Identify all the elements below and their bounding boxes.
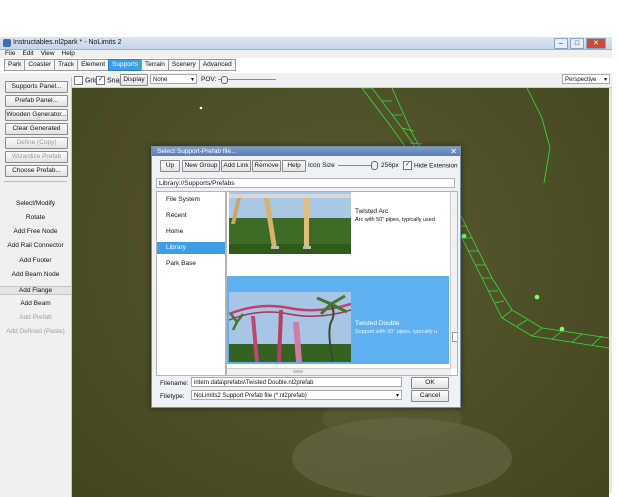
menu-edit[interactable]: Edit	[22, 50, 33, 57]
app-icon	[3, 39, 11, 47]
ok-button[interactable]: OK	[411, 377, 449, 389]
divider	[4, 181, 67, 182]
library-path: Library://Supports/Prefabs	[156, 178, 455, 188]
nav-library[interactable]: Library	[157, 242, 225, 254]
define-copy-button[interactable]: Define (Copy)	[5, 137, 68, 149]
tool-add-free-node[interactable]: Add Free Node	[0, 228, 71, 235]
tool-rotate[interactable]: Rotate	[0, 214, 71, 221]
tool-add-beam[interactable]: Add Beam	[0, 300, 71, 307]
hide-extension-checkbox[interactable]: ✓	[403, 161, 412, 170]
view-toolbar: Grid ✓ Snap Display None ▾ POV: Perspect…	[0, 73, 612, 88]
prefab-grid: Twisted Arc Arc with 50" pipes, typicall…	[226, 191, 458, 376]
remove-button[interactable]: Remove	[252, 160, 281, 172]
filename-label: Filename:	[160, 380, 189, 387]
prefab-panel-button[interactable]: Prefab Panel...	[5, 95, 68, 107]
menu-file[interactable]: File	[5, 50, 15, 57]
location-list: File System Recent Home Library Park Bas…	[156, 191, 226, 376]
icon-size-value: 256px	[381, 162, 399, 169]
new-group-button[interactable]: New Group	[182, 160, 220, 172]
tool-add-flange[interactable]: Add Flange	[0, 286, 71, 295]
icon-size-slider-handle[interactable]	[371, 161, 378, 170]
chevron-down-icon: ▾	[190, 77, 194, 83]
chevron-down-icon: ▾	[395, 393, 399, 399]
snap-checkbox[interactable]: ✓	[96, 76, 105, 85]
cancel-button[interactable]: Cancel	[411, 390, 449, 402]
twisted-double-description: Support with 50" pipes, typically u	[355, 329, 438, 335]
pov-label: POV:	[201, 76, 217, 83]
menu-bar: File Edit View Help	[0, 50, 612, 58]
filetype-select[interactable]: NoLimits2 Support Prefab file (*.nl2pref…	[191, 390, 402, 400]
twisted-arc-thumbnail	[229, 192, 351, 254]
close-icon[interactable]: ✕	[450, 147, 457, 156]
window-controls: – □ ✕	[554, 38, 606, 49]
choose-prefab-button[interactable]: Choose Prefab...	[5, 165, 68, 177]
hide-extension-label: Hide Extension	[413, 162, 458, 170]
chevron-down-icon: ▾	[603, 77, 607, 83]
prefab-item-twisted-double[interactable]: Twisted Double Support with 50" pipes, t…	[227, 276, 449, 364]
filename-input[interactable]: intern data\prefabs\Twisted Double.nl2pr…	[191, 377, 402, 387]
tool-add-defined-paste[interactable]: Add Defined (Paste)	[0, 328, 71, 335]
dialog-titlebar: Select Support-Prefab file... ✕	[152, 147, 460, 156]
select-prefab-dialog: Select Support-Prefab file... ✕ Up New G…	[151, 146, 461, 408]
nav-park-base[interactable]: Park Base	[157, 258, 225, 270]
window-title: Instructables.nl2park * - NoLimits 2	[13, 39, 122, 46]
supports-panel-button[interactable]: Supports Panel...	[5, 81, 68, 93]
nav-recent[interactable]: Recent	[157, 210, 225, 222]
close-window-icon[interactable]: ✕	[586, 38, 606, 49]
dialog-title: Select Support-Prefab file...	[157, 148, 237, 155]
tool-add-footer[interactable]: Add Footer	[0, 257, 71, 264]
pov-slider-handle[interactable]	[221, 76, 228, 84]
left-sidebar: Supports Panel... Prefab Panel... Wooden…	[0, 77, 72, 497]
up-button[interactable]: Up	[160, 160, 180, 172]
tool-add-rail-connector[interactable]: Add Rail Connector	[0, 242, 71, 249]
maximize-icon[interactable]: □	[570, 38, 584, 49]
perspective-select[interactable]: Perspective ▾	[562, 74, 610, 84]
mode-tabs: Park Coaster Track Element Supports Terr…	[4, 59, 236, 71]
display-button[interactable]: Display	[120, 74, 148, 86]
twisted-arc-title: Twisted Arc	[355, 208, 389, 215]
filetype-label: Filetype:	[160, 393, 185, 400]
tab-supports[interactable]: Supports	[108, 59, 143, 71]
tool-add-beam-node[interactable]: Add Beam Node	[0, 271, 71, 278]
tool-add-prefab[interactable]: Add Prefab	[0, 314, 71, 321]
tab-scenery[interactable]: Scenery	[167, 59, 200, 71]
tool-select-modify[interactable]: Select/Modify	[0, 200, 71, 207]
tab-element[interactable]: Element	[77, 59, 110, 71]
tab-track[interactable]: Track	[54, 59, 79, 71]
minimize-icon[interactable]: –	[554, 38, 568, 49]
icon-size-label: Icon Size	[308, 162, 335, 169]
display-mode-select[interactable]: None ▾	[150, 74, 197, 84]
add-link-button[interactable]: Add Link	[221, 160, 251, 172]
twisted-double-thumbnail	[229, 292, 351, 362]
grid-horizontal-scrollbar[interactable]	[227, 368, 451, 375]
nav-file-system[interactable]: File System	[157, 194, 225, 206]
tab-park[interactable]: Park	[4, 59, 26, 71]
tab-terrain[interactable]: Terrain	[141, 59, 169, 71]
menu-help[interactable]: Help	[62, 50, 75, 57]
grid-vertical-scrollbar[interactable]	[450, 192, 457, 368]
wizardize-prefab-button[interactable]: Wizardize Prefab	[5, 151, 68, 163]
tab-advanced[interactable]: Advanced	[198, 59, 236, 71]
help-button[interactable]: Help	[282, 160, 306, 172]
grid-checkbox[interactable]	[74, 76, 83, 85]
twisted-double-title: Twisted Double	[355, 320, 400, 327]
viewport-scrollbar[interactable]	[609, 88, 612, 493]
tab-coaster[interactable]: Coaster	[24, 59, 56, 71]
menu-view[interactable]: View	[41, 50, 55, 57]
window-titlebar: Instructables.nl2park * - NoLimits 2 – □…	[0, 37, 612, 50]
wooden-generator-button[interactable]: Wooden Generator...	[5, 109, 68, 121]
prefab-item-twisted-arc[interactable]: Twisted Arc Arc with 50" pipes, typicall…	[227, 192, 449, 270]
twisted-arc-description: Arc with 50" pipes, typically used	[355, 217, 435, 223]
nav-home[interactable]: Home	[157, 226, 225, 238]
clear-generated-button[interactable]: Clear Generated	[5, 123, 68, 135]
